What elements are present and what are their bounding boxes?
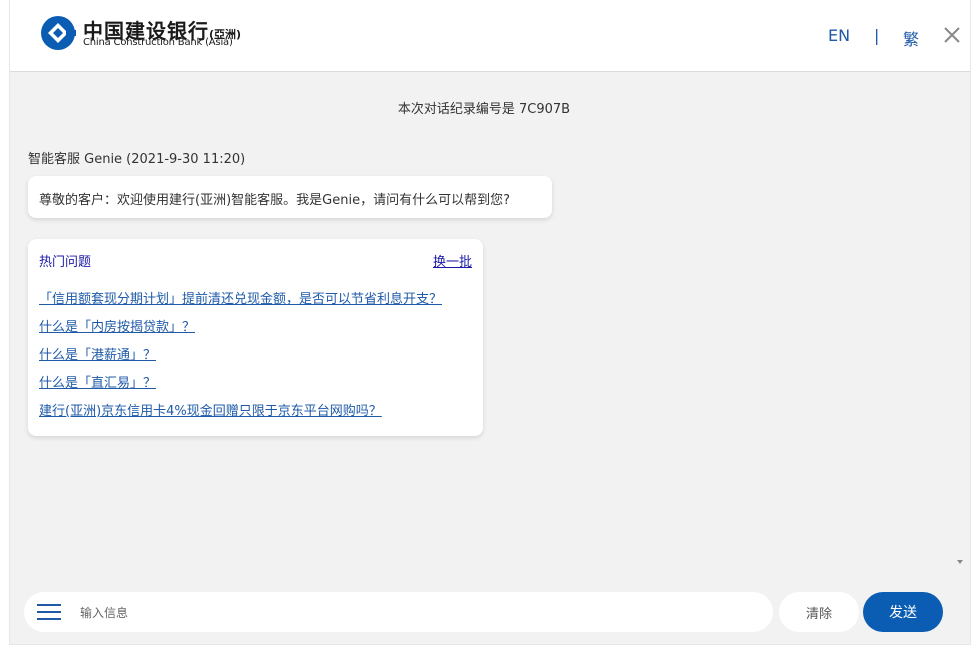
record-id-line: 本次对话纪录编号是 7C907B: [397, 102, 571, 117]
clear-button[interactable]: 清除: [779, 592, 859, 632]
question-link[interactable]: 什么是「港薪通」？: [39, 347, 442, 375]
question-link[interactable]: 建行(亚洲)京东信用卡4%现金回赠只限于京东平台网购吗？: [39, 403, 442, 431]
lang-en-link[interactable]: EN: [828, 26, 850, 45]
hot-questions-card: 热门问题 换一批 「信用额套现分期计划」提前清还兑现金额，是否可以节省利息开支？…: [28, 239, 483, 436]
refresh-questions-link[interactable]: 换一批: [433, 251, 472, 270]
message-input-wrapper: [24, 592, 773, 632]
sender-label: 智能客服 Genie (2021-9-30 11:20): [28, 152, 246, 167]
scroll-down-arrow-icon[interactable]: [957, 560, 963, 564]
chat-window: 中国建设银行(亞洲) China Construction Bank (Asia…: [10, 0, 970, 644]
hot-questions-title: 热门问题: [39, 255, 92, 270]
lang-separator: |: [874, 26, 880, 45]
question-link[interactable]: 什么是「直汇易」？: [39, 375, 442, 403]
chat-area[interactable]: 本次对话纪录编号是 7C907B 智能客服 Genie (2021-9-30 1…: [10, 72, 970, 572]
header: 中国建设银行(亞洲) China Construction Bank (Asia…: [10, 0, 970, 72]
lang-tc-link[interactable]: 繁: [903, 26, 919, 50]
message-input[interactable]: [78, 601, 762, 625]
greeting-text: 尊敬的客户：欢迎使用建行(亚洲)智能客服。我是Genie，请问有什么可以帮到您?: [39, 193, 510, 208]
ccb-logo-icon: [41, 16, 76, 50]
question-link[interactable]: 什么是「内房按揭贷款」？: [39, 319, 442, 347]
close-icon[interactable]: [942, 25, 962, 45]
question-link[interactable]: 「信用额套现分期计划」提前清还兑现金额，是否可以节省利息开支？: [39, 291, 442, 319]
bank-name-en: China Construction Bank (Asia): [83, 37, 233, 48]
menu-icon[interactable]: [37, 604, 61, 620]
greeting-bubble: 尊敬的客户：欢迎使用建行(亚洲)智能客服。我是Genie，请问有什么可以帮到您?: [28, 176, 552, 218]
send-button[interactable]: 发送: [863, 592, 943, 632]
composer: 清除 发送: [10, 584, 970, 644]
question-list: 「信用额套现分期计划」提前清还兑现金额，是否可以节省利息开支？ 什么是「内房按揭…: [39, 291, 442, 431]
